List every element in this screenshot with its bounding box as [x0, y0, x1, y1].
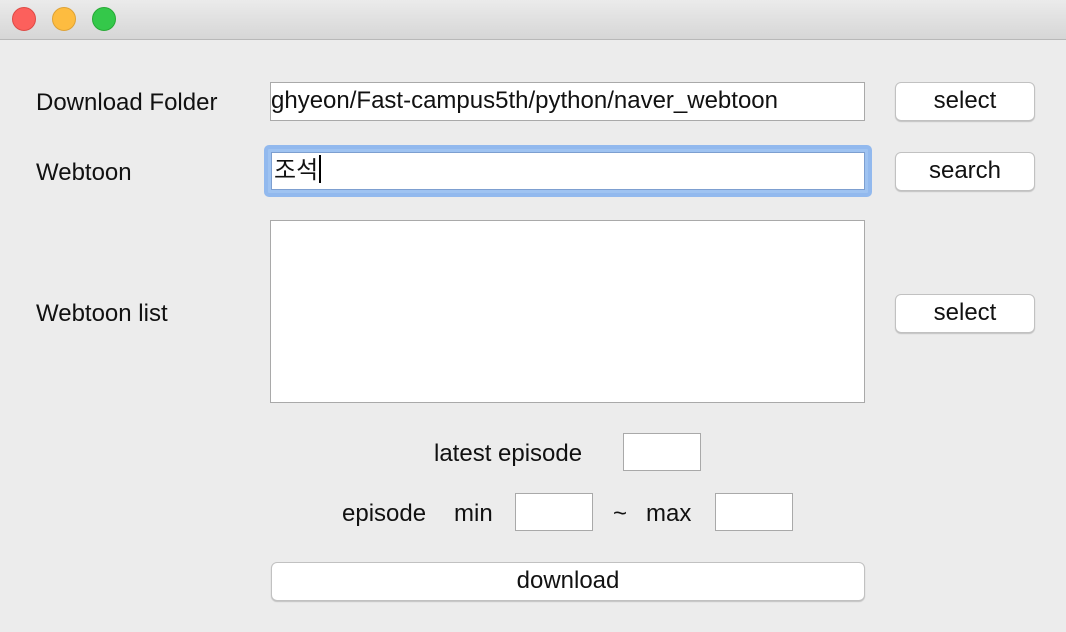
episode-label: episode — [342, 500, 427, 527]
text-caret — [319, 155, 322, 183]
latest-episode-field[interactable] — [623, 433, 701, 471]
webtoon-search-input[interactable]: 조석 — [264, 145, 872, 197]
search-button[interactable]: search — [895, 152, 1035, 191]
webtoon-label: Webtoon — [36, 159, 132, 186]
download-folder-field[interactable]: ghyeon/Fast-campus5th/python/naver_webto… — [270, 82, 865, 121]
range-separator: ~ — [613, 500, 628, 527]
select-folder-button[interactable]: select — [895, 82, 1035, 121]
webtoon-input-value: 조석 — [274, 157, 319, 184]
download-folder-label: Download Folder — [36, 89, 218, 116]
minimize-window-button[interactable] — [52, 7, 76, 31]
latest-episode-label: latest episode — [434, 440, 583, 467]
download-button[interactable]: download — [271, 562, 865, 601]
min-episode-field[interactable] — [515, 493, 593, 531]
download-folder-value: ghyeon/Fast-campus5th/python/naver_webto… — [271, 87, 778, 114]
max-label: max — [646, 500, 692, 527]
webtoon-list-box[interactable] — [270, 220, 865, 403]
zoom-window-button[interactable] — [92, 7, 116, 31]
webtoon-list-label: Webtoon list — [36, 300, 168, 327]
close-window-button[interactable] — [12, 7, 36, 31]
title-bar — [0, 0, 1066, 40]
select-webtoon-button[interactable]: select — [895, 294, 1035, 333]
min-label: min — [454, 500, 493, 527]
max-episode-field[interactable] — [715, 493, 793, 531]
webtoon-input-field[interactable]: 조석 — [271, 152, 865, 190]
